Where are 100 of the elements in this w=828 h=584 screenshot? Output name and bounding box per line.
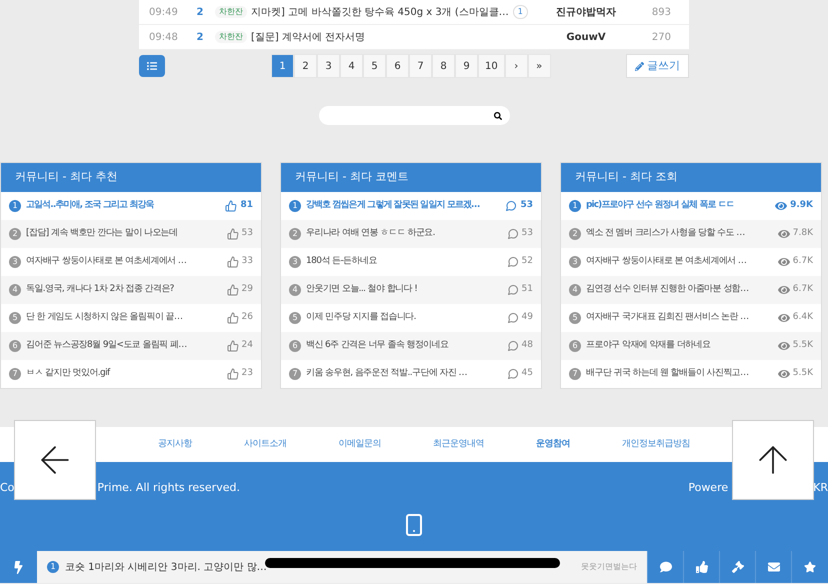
post-title[interactable]: 백신 6주 간격은 너무 졸속 행정이네요 xyxy=(306,339,492,353)
rank-badge: 4 xyxy=(569,284,581,296)
post-title[interactable]: ㅂㅅ 같지만 멋있어.gif xyxy=(26,367,212,381)
metric-count: 9.9K xyxy=(790,199,813,212)
post-title[interactable]: 180석 든-든하네요 xyxy=(306,255,492,269)
post-title[interactable]: 여자배구 국가대표 김희진 팬서비스 논란 … xyxy=(586,311,772,325)
metric-count: 52 xyxy=(522,255,533,268)
page-button[interactable]: 7 xyxy=(409,54,432,78)
metric-count: 48 xyxy=(522,339,533,352)
metric-count: 7.8K xyxy=(792,227,813,240)
post-title[interactable]: 단 한 게임도 시청하지 않은 올림픽이 끝… xyxy=(26,311,212,325)
metric-count: 45 xyxy=(522,367,533,380)
post-title[interactable]: 배구단 귀국 하는데 웬 할배들이 사진찍고… xyxy=(586,367,772,381)
rank-badge: 6 xyxy=(9,340,21,352)
metric-count: 23 xyxy=(242,367,253,380)
write-button[interactable]: 글쓰기 xyxy=(626,54,689,78)
page-button[interactable]: 1 xyxy=(271,54,294,78)
footer-link[interactable]: 공지사항 xyxy=(158,438,192,452)
post-title[interactable]: 키움 송우현, 음주운전 적발..구단에 자진 … xyxy=(306,367,492,381)
page-button[interactable]: 5 xyxy=(363,54,386,78)
post-count: 2 xyxy=(196,6,204,20)
rank-badge: 3 xyxy=(9,256,21,268)
rank-badge: 2 xyxy=(9,228,21,240)
post-title[interactable]: 김어준 뉴스공장8월 9일<도쿄 올림픽 폐… xyxy=(26,339,212,353)
page-button[interactable]: 8 xyxy=(432,54,455,78)
post-title[interactable]: 독일.영국, 캐나다 1차 2차 접종 간격은? xyxy=(26,283,212,297)
eye-icon xyxy=(778,368,790,380)
rank-badge: 3 xyxy=(569,256,581,268)
rank-badge: 6 xyxy=(289,340,301,352)
post-title[interactable]: 지마켓] 고메 바삭쫄깃한 탕수육 450g x 3개 (스마일클… xyxy=(251,4,509,20)
rank-badge: 1 xyxy=(569,200,581,212)
footer-link[interactable]: 운영참여 xyxy=(536,438,570,452)
page-button[interactable]: 6 xyxy=(386,54,409,78)
view-count: 893 xyxy=(650,6,671,20)
list-button[interactable] xyxy=(139,55,165,77)
post-author[interactable]: GouwV xyxy=(531,30,641,44)
page-button[interactable]: » xyxy=(528,54,551,78)
search-field[interactable] xyxy=(318,106,510,125)
ticker-title[interactable]: 코숏 1마리와 시베리안 3마리. 고양이만 많… xyxy=(65,560,267,574)
lightning-icon[interactable] xyxy=(12,560,25,574)
thumbs-up-icon xyxy=(226,228,239,240)
eye-icon xyxy=(778,284,790,296)
eye-icon xyxy=(778,340,790,352)
speech-bubble-icon xyxy=(506,256,519,268)
speech-bubble-icon xyxy=(506,312,519,324)
post-title[interactable]: [질문] 계약서에 전자서명 xyxy=(251,30,366,44)
post-title[interactable]: 안웃기면 오늘... 철야 합니다 ! xyxy=(306,283,492,297)
footer-link[interactable]: 최근운영내역 xyxy=(433,438,484,452)
post-title[interactable]: 김연경 선수 인터뷰 진행한 아줌마분 성함… xyxy=(586,283,772,297)
post-title[interactable]: 고일석..추미애, 조국 그리고 최강욱 xyxy=(26,199,212,213)
panel-header: 커뮤니티 - 최다 코멘트 xyxy=(281,163,541,192)
metric-count: 53 xyxy=(522,227,533,240)
post-title[interactable]: 여자배구 쌍둥이사태로 본 여초세계에서 … xyxy=(586,255,772,269)
post-author[interactable]: 진규야밥먹자 xyxy=(531,4,641,20)
metric-count: 53 xyxy=(520,199,533,212)
thumbs-up-icon xyxy=(225,200,238,212)
post-title[interactable]: 강백호 껌씹은게 그렇게 잘못된 일일지 모르겠… xyxy=(306,199,492,213)
metric-count: 24 xyxy=(242,339,253,352)
page-button[interactable]: 3 xyxy=(317,54,340,78)
rank-badge: 5 xyxy=(289,312,301,324)
rank-badge: 4 xyxy=(289,284,301,296)
rank-badge: 3 xyxy=(289,256,301,268)
footer-link[interactable]: 개인정보취급방침 xyxy=(622,438,690,452)
metric-count: 81 xyxy=(240,199,253,212)
rank-badge: 7 xyxy=(569,368,581,380)
post-time: 09:48 xyxy=(149,30,179,44)
rank-badge: 7 xyxy=(289,368,301,380)
post-title[interactable]: 우리나라 여배 연봉 ㅎㄷㄷ 하군요. xyxy=(306,227,492,241)
powered-by-text: KR xyxy=(813,480,828,496)
post-title[interactable]: 여자배구 쌍둥이사태로 본 여초세계에서 … xyxy=(26,255,212,269)
post-title[interactable]: 엑소 전 멤버 크리스가 사형을 당할 수도 … xyxy=(586,227,772,241)
thumbs-up-icon xyxy=(226,340,239,352)
thumbs-up-icon xyxy=(226,312,239,324)
post-title[interactable]: 프로야구 악재에 악재를 더하네요 xyxy=(586,339,772,353)
page-button[interactable]: 9 xyxy=(455,54,478,78)
metric-count: 33 xyxy=(242,255,253,268)
page-button[interactable]: 10 xyxy=(478,54,505,78)
rank-badge: 1 xyxy=(9,200,21,212)
post-title[interactable]: [잡담] 계속 백호만 깐다는 말이 나오는데 xyxy=(26,227,212,241)
thumbs-up-icon xyxy=(226,368,239,380)
page-button[interactable]: 2 xyxy=(294,54,317,78)
panel-header: 커뮤니티 - 최다 추천 xyxy=(1,163,261,192)
footer-link[interactable]: 이메일문의 xyxy=(338,438,381,452)
page-button[interactable]: › xyxy=(504,54,528,78)
metric-count: 6.4K xyxy=(792,311,813,324)
post-time: 09:49 xyxy=(149,6,179,20)
speech-bubble-icon xyxy=(506,368,519,380)
post-title[interactable]: pic)프로야구 선수 원정녀 실체 폭로 ㄷㄷ xyxy=(586,199,772,213)
rank-badge: 5 xyxy=(9,312,21,324)
metric-count: 5.5K xyxy=(792,367,813,380)
page-button[interactable]: 4 xyxy=(340,54,363,78)
post-title[interactable]: 이제 민주당 지지를 접습니다. xyxy=(306,311,492,325)
eye-icon xyxy=(778,312,790,324)
speech-bubble-icon xyxy=(506,284,519,296)
copyright-text: Co xyxy=(0,480,14,496)
metric-count: 5.5K xyxy=(792,339,813,352)
footer-link[interactable]: 사이트소개 xyxy=(244,438,286,452)
rank-badge: 5 xyxy=(569,312,581,324)
metric-count: 29 xyxy=(242,283,253,296)
rank-badge: 2 xyxy=(289,228,301,240)
